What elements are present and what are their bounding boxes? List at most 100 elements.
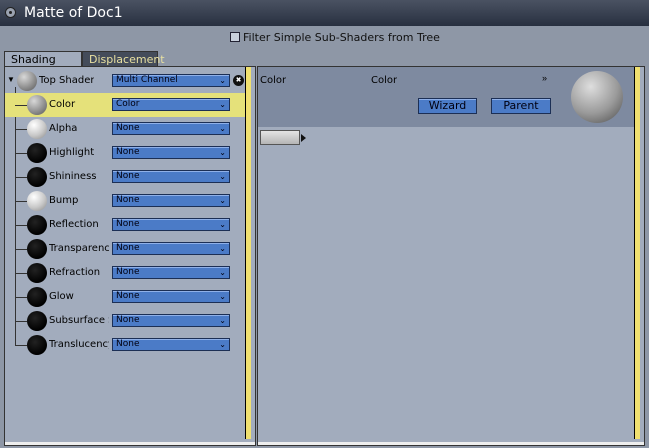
shader-preview-icon [27, 95, 47, 115]
scroll-thumb[interactable] [635, 67, 640, 439]
channel-dropdown[interactable]: Color ⌄ [112, 98, 230, 111]
expand-triangle-icon[interactable]: ▼ [7, 75, 15, 84]
tree-row-shininess[interactable]: Shininess None ⌄ [5, 165, 245, 189]
shader-preview-icon [27, 311, 47, 331]
tree-row-translucency[interactable]: Translucency None ⌄ [5, 333, 245, 357]
shader-preview-icon [27, 119, 47, 139]
color-swatch[interactable] [260, 130, 300, 145]
tab-displacement[interactable]: Displacement [82, 51, 165, 67]
left-scrollbar[interactable] [245, 67, 251, 439]
chevron-down-icon: ⌄ [219, 196, 226, 205]
chevron-down-icon: ⌄ [219, 220, 226, 229]
dropdown-value: None [116, 147, 140, 157]
channel-dropdown[interactable]: None ⌄ [112, 314, 230, 327]
dropdown-value: None [116, 267, 140, 277]
dropdown-value: None [116, 219, 140, 229]
tree-branch [15, 321, 27, 322]
chevron-down-icon: ⌄ [219, 148, 226, 157]
channel-dropdown[interactable]: None ⌄ [112, 146, 230, 159]
channel-dropdown[interactable]: None ⌄ [112, 290, 230, 303]
filter-simple-subshaders[interactable]: Filter Simple Sub-Shaders from Tree [230, 31, 440, 44]
editor-header: Color Color » Wizard Parent [258, 67, 634, 127]
shader-preview-icon [27, 335, 47, 355]
filter-label: Filter Simple Sub-Shaders from Tree [243, 31, 440, 44]
dropdown-value: None [116, 315, 140, 325]
tree-row-top-shader[interactable]: ▼ Top Shader Multi Channel ⌄ ✖ [5, 69, 245, 93]
shader-preview-icon [27, 287, 47, 307]
tree-branch [15, 345, 27, 346]
channel-label: Color [260, 75, 287, 86]
tree-row-color[interactable]: Color Color ⌄ [5, 93, 245, 117]
tree-label-top-shader: Top Shader [39, 75, 95, 86]
dropdown-value: None [116, 195, 140, 205]
tree-row-refraction[interactable]: Refraction None ⌄ [5, 261, 245, 285]
dropdown-value: None [116, 243, 140, 253]
channel-dropdown[interactable]: None ⌄ [112, 338, 230, 351]
swatch-arrow-icon[interactable] [301, 134, 306, 142]
shader-preview-icon [27, 143, 47, 163]
tree-label: Color [49, 99, 76, 110]
channel-dropdown[interactable]: None ⌄ [112, 242, 230, 255]
trash-icon[interactable]: ✖ [233, 75, 244, 86]
tree-row-reflection[interactable]: Reflection None ⌄ [5, 213, 245, 237]
parent-button[interactable]: Parent [491, 98, 551, 114]
right-scrollbar[interactable] [634, 67, 640, 439]
horizontal-scrollbar[interactable] [5, 442, 255, 445]
tree-branch [15, 225, 27, 226]
tree-label: Glow [49, 291, 74, 302]
tab-shading[interactable]: Shading [4, 51, 82, 67]
window-title: Matte of Doc1 [24, 5, 123, 21]
tree-row-glow[interactable]: Glow None ⌄ [5, 285, 245, 309]
dropdown-value: None [116, 291, 140, 301]
chevron-down-icon: ⌄ [219, 100, 226, 109]
horizontal-scrollbar[interactable] [258, 442, 644, 445]
shader-preview-icon [27, 191, 47, 211]
tree-label: Transparency [49, 243, 109, 254]
channel-dropdown[interactable]: None ⌄ [112, 122, 230, 135]
title-bar: Matte of Doc1 [0, 0, 649, 26]
chevron-down-icon: ⌄ [219, 124, 226, 133]
tree-row-highlight[interactable]: Highlight None ⌄ [5, 141, 245, 165]
chevron-down-icon: ⌄ [219, 340, 226, 349]
wizard-button[interactable]: Wizard [418, 98, 477, 114]
tree-branch [15, 177, 27, 178]
chevron-down-icon: ⌄ [219, 292, 226, 301]
scroll-thumb[interactable] [246, 67, 251, 439]
tree-label: Highlight [49, 147, 95, 158]
channel-dropdown[interactable]: None ⌄ [112, 266, 230, 279]
tree-branch [15, 105, 27, 106]
dropdown-value: Multi Channel [116, 75, 178, 85]
shader-preview-sphere [571, 71, 623, 123]
dropdown-value: Color [116, 99, 140, 109]
tree-row-transparency[interactable]: Transparency None ⌄ [5, 237, 245, 261]
top-shader-dropdown[interactable]: Multi Channel ⌄ [112, 74, 230, 87]
channel-dropdown[interactable]: None ⌄ [112, 170, 230, 183]
chevron-down-icon: ⌄ [219, 316, 226, 325]
filter-checkbox[interactable] [230, 32, 240, 42]
tree-row-bump[interactable]: Bump None ⌄ [5, 189, 245, 213]
tree-label: Subsurface Sc [49, 315, 109, 326]
tree-branch [15, 273, 27, 274]
shader-tree-panel: ▼ Top Shader Multi Channel ⌄ ✖ Color Colo… [4, 66, 256, 446]
tree-label: Bump [49, 195, 79, 206]
tree-branch [15, 153, 27, 154]
double-chevron-icon[interactable]: » [542, 73, 547, 83]
shader-preview-icon [27, 167, 47, 187]
tree-branch [15, 297, 27, 298]
channel-dropdown[interactable]: None ⌄ [112, 218, 230, 231]
close-icon[interactable] [5, 7, 16, 18]
chevron-down-icon: ⌄ [219, 76, 226, 85]
shader-preview-icon [17, 71, 37, 91]
chevron-down-icon: ⌄ [219, 172, 226, 181]
shader-preview-icon [27, 239, 47, 259]
tree-label: Translucency [49, 339, 109, 350]
channel-dropdown[interactable]: None ⌄ [112, 194, 230, 207]
tree-row-subsurface-sc[interactable]: Subsurface Sc None ⌄ [5, 309, 245, 333]
shader-preview-icon [27, 263, 47, 283]
shader-preview-icon [27, 215, 47, 235]
tree-branch [15, 201, 27, 202]
tree-label: Shininess [49, 171, 97, 182]
tree-row-alpha[interactable]: Alpha None ⌄ [5, 117, 245, 141]
tree-branch [15, 249, 27, 250]
dropdown-value: None [116, 123, 140, 133]
